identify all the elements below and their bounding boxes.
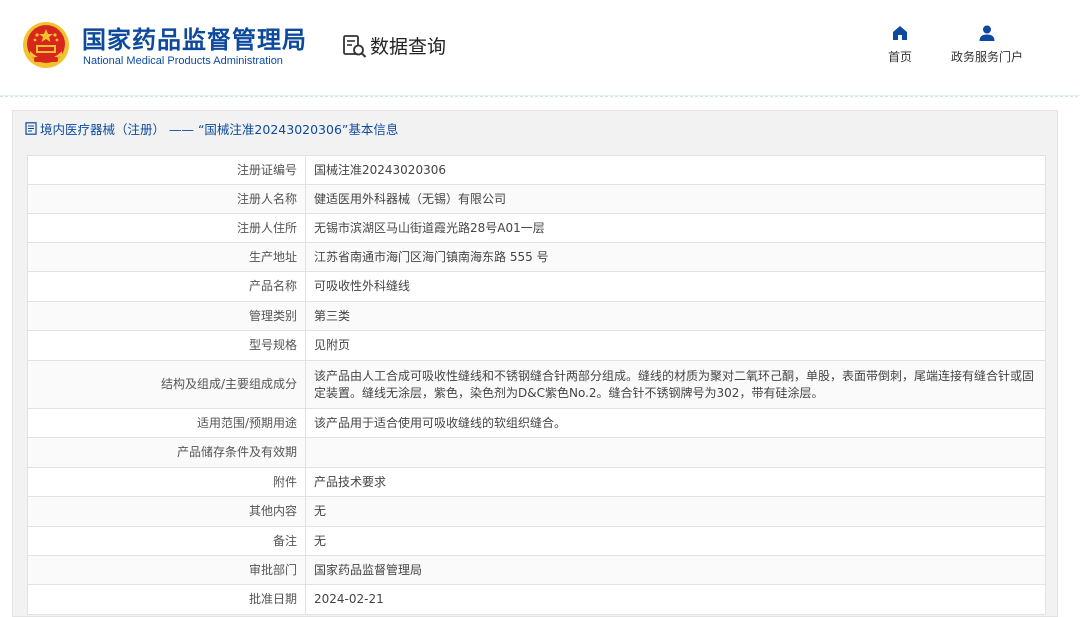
table-row: 注册人名称 健适医用外科器械（无锡）有限公司 bbox=[27, 184, 1046, 214]
site-header: 国家药品监督管理局 National Medical Products Admi… bbox=[0, 0, 1080, 95]
field-value: 无 bbox=[305, 526, 1046, 556]
field-label: 生产地址 bbox=[27, 242, 306, 272]
field-label: 审批部门 bbox=[27, 555, 306, 585]
field-label: 备注 bbox=[27, 526, 306, 556]
field-label: 管理类别 bbox=[27, 301, 306, 331]
table-row: 产品名称 可吸收性外科缝线 bbox=[27, 271, 1046, 302]
field-value: 2024-02-21 bbox=[305, 584, 1046, 615]
field-label: 注册人住所 bbox=[27, 213, 306, 243]
org-name-en[interactable]: National Medical Products Administration bbox=[83, 55, 283, 67]
field-value: 无锡市滨湖区马山街道霞光路28号A01一层 bbox=[305, 213, 1046, 243]
nav-home[interactable]: 首页 bbox=[884, 24, 916, 65]
table-row: 附件 产品技术要求 bbox=[27, 467, 1046, 497]
table-row: 批准日期 2024-02-21 bbox=[27, 584, 1046, 615]
field-value: 见附页 bbox=[305, 330, 1046, 361]
field-value: 国械注准20243020306 bbox=[305, 155, 1046, 185]
field-value: 产品技术要求 bbox=[305, 467, 1046, 497]
nav-service-portal-label: 政务服务门户 bbox=[950, 50, 1023, 64]
table-row: 结构及组成/主要组成成分 该产品由人工合成可吸收性缝线和不锈钢缝合针两部分组成。缝… bbox=[27, 360, 1046, 409]
table-row: 产品储存条件及有效期 bbox=[27, 437, 1046, 468]
field-label: 注册证编号 bbox=[27, 155, 306, 185]
table-row: 其他内容无 bbox=[27, 496, 1046, 527]
field-label: 批准日期 bbox=[27, 584, 306, 615]
field-value: 该产品用于适合使用可吸收缝线的软组织缝合。 bbox=[305, 408, 1046, 438]
header-divider bbox=[0, 95, 1080, 97]
detail-table: 注册证编号 国械注准20243020306 注册人名称 健适医用外科器械（无锡）有限公… bbox=[27, 155, 1046, 615]
nav-home-label: 首页 bbox=[887, 50, 912, 64]
table-row: 型号规格 见附页 bbox=[27, 330, 1046, 361]
user-icon bbox=[979, 25, 995, 41]
document-search-icon bbox=[343, 34, 367, 58]
field-label: 适用范围/预期用途 bbox=[27, 408, 306, 438]
field-label: 结构及组成/主要组成成分 bbox=[27, 360, 306, 409]
table-row: 适用范围/预期用途 该产品用于适合使用可吸收缝线的软组织缝合。 bbox=[27, 408, 1046, 438]
query-title-text: 数据查询 bbox=[370, 36, 447, 58]
detail-table-wrapper: 注册证编号 国械注准20243020306 注册人名称 健适医用外科器械（无锡）有限公… bbox=[27, 155, 1046, 615]
data-query-title: 数据查询 bbox=[342, 32, 446, 59]
table-row: 审批部门 国家药品监督管理局 bbox=[27, 555, 1046, 585]
field-value: 该产品由人工合成可吸收性缝线和不锈钢缝合针两部分组成。缝线的材质为聚对二氧环己酮… bbox=[305, 360, 1046, 409]
nav-service-portal[interactable]: 政务服务门户 bbox=[944, 24, 1030, 65]
field-value: 可吸收性外科缝线 bbox=[305, 271, 1046, 302]
field-label: 注册人名称 bbox=[27, 184, 306, 214]
field-label: 产品储存条件及有效期 bbox=[27, 437, 306, 468]
breadcrumb-text: 境内医疗器械（注册） —— “国械注准20243020306”基本信息 bbox=[40, 121, 399, 137]
table-row: 注册证编号 国械注准20243020306 bbox=[27, 155, 1046, 185]
field-value: 无 bbox=[305, 496, 1046, 527]
table-row: 管理类别 第三类 bbox=[27, 301, 1046, 331]
field-value: 第三类 bbox=[305, 301, 1046, 331]
national-emblem-icon[interactable] bbox=[22, 21, 70, 69]
field-value: 国家药品监督管理局 bbox=[305, 555, 1046, 585]
field-value: 江苏省南通市海门区海门镇南海东路 555 号 bbox=[305, 242, 1046, 272]
field-label: 其他内容 bbox=[27, 496, 306, 527]
table-row: 注册人住所 无锡市滨湖区马山街道霞光路28号A01一层 bbox=[27, 213, 1046, 243]
field-label: 附件 bbox=[27, 467, 306, 497]
table-row: 备注无 bbox=[27, 526, 1046, 556]
org-name-cn[interactable]: 国家药品监督管理局 bbox=[82, 20, 307, 55]
field-label: 型号规格 bbox=[27, 330, 306, 361]
field-value: 健适医用外科器械（无锡）有限公司 bbox=[305, 184, 1046, 214]
field-value bbox=[305, 437, 1046, 468]
home-icon bbox=[893, 26, 907, 40]
document-icon bbox=[25, 121, 37, 135]
detail-panel: 境内医疗器械（注册） —— “国械注准20243020306”基本信息 注册证编… bbox=[12, 110, 1058, 617]
breadcrumb: 境内医疗器械（注册） —— “国械注准20243020306”基本信息 bbox=[13, 111, 1059, 145]
table-row: 生产地址 江苏省南通市海门区海门镇南海东路 555 号 bbox=[27, 242, 1046, 272]
field-label: 产品名称 bbox=[27, 271, 306, 302]
